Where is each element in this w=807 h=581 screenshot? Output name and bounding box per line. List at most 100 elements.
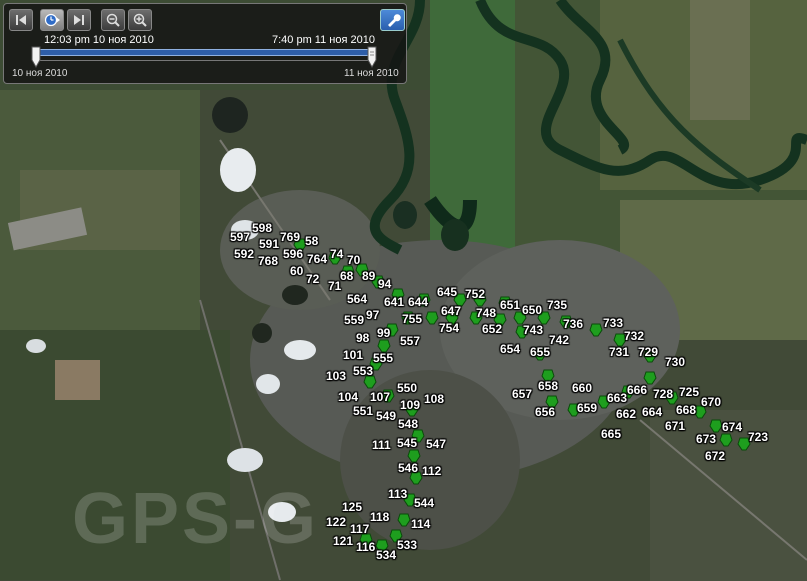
zoom-out-icon <box>106 13 120 27</box>
marker-label: 60 <box>290 264 304 278</box>
marker-label: 122 <box>326 515 347 529</box>
marker-label: 74 <box>330 247 344 261</box>
marker-label: 671 <box>665 419 686 433</box>
marker-label: 666 <box>627 383 648 397</box>
marker-label: 125 <box>342 500 363 514</box>
satellite-map[interactable]: 597 598 769 58 591 592 596 768 764 74 70 60 72 68 89 71… <box>0 0 807 581</box>
marker-label: 768 <box>258 254 279 268</box>
marker-label: 660 <box>572 381 593 395</box>
marker-label: 111 <box>372 438 391 452</box>
marker-label: 68 <box>340 269 354 283</box>
time-range-track[interactable] <box>36 49 376 56</box>
marker-label: 659 <box>577 401 598 415</box>
track-point-marker[interactable] <box>719 433 733 447</box>
track-point-marker[interactable] <box>425 311 439 325</box>
marker-label: 71 <box>328 279 342 293</box>
skip-back-button[interactable] <box>9 9 33 31</box>
marker-label: 89 <box>362 269 376 283</box>
marker-label: 663 <box>607 391 628 405</box>
marker-label: 546 <box>398 461 419 475</box>
marker-label: 754 <box>439 321 460 335</box>
marker-label: 656 <box>535 405 556 419</box>
marker-label: 670 <box>701 395 722 409</box>
time-slider-panel: 12:03 pm 10 ноя 2010 7:40 pm 11 ноя 2010… <box>3 3 407 84</box>
marker-label: 657 <box>512 387 533 401</box>
marker-label: 98 <box>356 331 370 345</box>
marker-label: 108 <box>424 392 445 406</box>
range-end-handle[interactable] <box>366 46 378 69</box>
marker-label: 597 <box>230 230 251 244</box>
skip-back-icon <box>16 15 26 25</box>
marker-label: 644 <box>408 295 429 309</box>
marker-label: 557 <box>400 334 421 348</box>
marker-label: 547 <box>426 437 447 451</box>
wrench-icon <box>387 14 401 27</box>
marker-label: 103 <box>326 369 347 383</box>
range-end-time: 7:40 pm 11 ноя 2010 <box>272 34 375 46</box>
marker-label: 752 <box>465 287 486 301</box>
marker-label: 559 <box>344 313 365 327</box>
zoom-in-button[interactable] <box>128 9 152 31</box>
play-button[interactable] <box>40 9 64 31</box>
marker-label: 94 <box>378 277 392 291</box>
settings-button[interactable] <box>380 9 405 31</box>
marker-label: 598 <box>252 221 273 235</box>
marker-label: 555 <box>373 351 394 365</box>
marker-label: 673 <box>696 432 717 446</box>
range-start-handle[interactable] <box>30 46 42 69</box>
track-point-marker[interactable] <box>709 419 723 433</box>
marker-label: 116 <box>356 540 376 554</box>
marker-label: 650 <box>522 303 543 317</box>
marker-label: 764 <box>307 252 328 266</box>
marker-label: 641 <box>384 295 405 309</box>
marker-label: 109 <box>400 398 421 412</box>
marker-label: 596 <box>283 247 304 261</box>
marker-label: 742 <box>549 333 570 347</box>
start-date-label: 10 ноя 2010 <box>12 68 68 79</box>
marker-label: 748 <box>476 306 497 320</box>
marker-label: 731 <box>609 345 630 359</box>
marker-label: 655 <box>530 345 551 359</box>
marker-label: 113 <box>388 487 408 501</box>
marker-label: 662 <box>616 407 637 421</box>
marker-label: 550 <box>397 381 418 395</box>
marker-label: 658 <box>538 379 559 393</box>
marker-label: 645 <box>437 285 458 299</box>
marker-label: 553 <box>353 364 374 378</box>
play-clock-icon <box>44 13 60 27</box>
marker-label: 544 <box>414 496 435 510</box>
marker-label: 729 <box>638 345 659 359</box>
marker-label: 664 <box>642 405 663 419</box>
marker-label: 647 <box>441 304 462 318</box>
marker-label: 668 <box>676 403 697 417</box>
marker-label: 101 <box>343 348 364 362</box>
marker-label: 735 <box>547 298 568 312</box>
marker-label: 736 <box>563 317 584 331</box>
track-point-marker[interactable] <box>397 513 411 527</box>
marker-label: 564 <box>347 292 368 306</box>
marker-label: 592 <box>234 247 255 261</box>
track-point-marker[interactable] <box>589 323 603 337</box>
marker-label: 674 <box>722 420 743 434</box>
zoom-out-button[interactable] <box>101 9 125 31</box>
marker-label: 672 <box>705 449 726 463</box>
skip-forward-button[interactable] <box>67 9 91 31</box>
range-start-time: 12:03 pm 10 ноя 2010 <box>44 34 154 46</box>
marker-label: 728 <box>653 387 674 401</box>
marker-label: 70 <box>347 253 361 267</box>
marker-label: 591 <box>259 237 280 251</box>
marker-label: 112 <box>422 464 442 478</box>
marker-label: 107 <box>370 390 391 404</box>
marker-label: 743 <box>523 323 544 337</box>
marker-label: 58 <box>305 234 319 248</box>
watermark: GPS-G <box>72 479 320 559</box>
marker-label: 733 <box>603 316 624 330</box>
marker-label: 545 <box>397 436 418 450</box>
marker-label: 723 <box>748 430 769 444</box>
marker-label: 534 <box>376 548 397 562</box>
marker-label: 652 <box>482 322 503 336</box>
end-date-label: 11 ноя 2010 <box>344 68 399 79</box>
marker-label: 732 <box>624 329 645 343</box>
marker-label: 755 <box>402 312 423 326</box>
marker-label: 97 <box>366 308 380 322</box>
